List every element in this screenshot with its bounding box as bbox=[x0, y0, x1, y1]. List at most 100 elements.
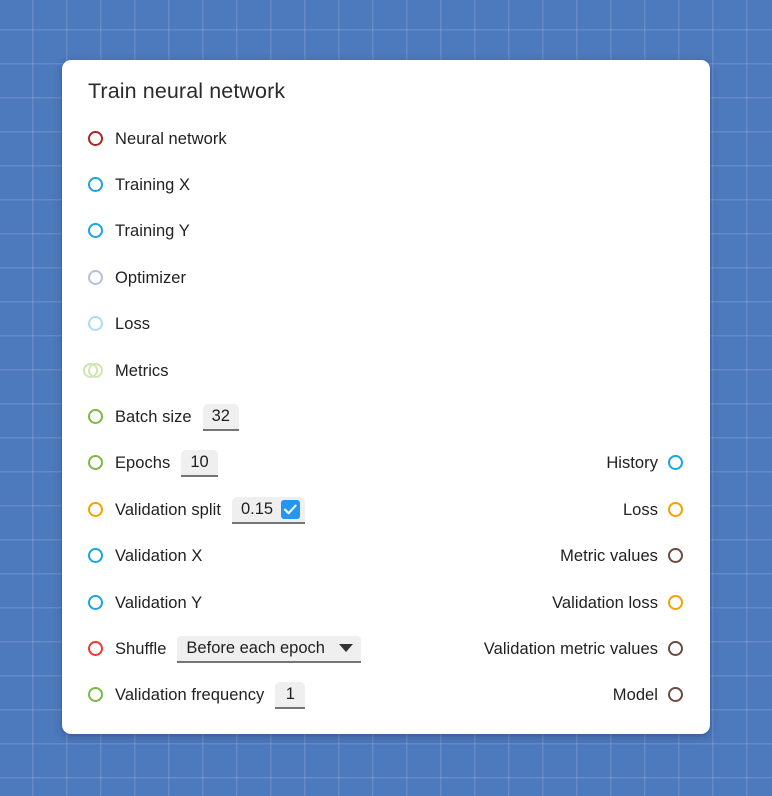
input-port-label: Validation split bbox=[115, 500, 221, 519]
output-port-row: Validation metric values bbox=[484, 626, 685, 672]
port-ring bbox=[88, 223, 103, 239]
input-port-label: Training Y bbox=[115, 222, 190, 241]
input-port-row: Validation frequency 1 bbox=[88, 673, 306, 719]
port-row: Neural network bbox=[62, 116, 710, 162]
number-input-validation-frequency[interactable]: 1 bbox=[275, 682, 306, 710]
input-port-training-x-icon[interactable] bbox=[88, 177, 105, 194]
output-port-label: History bbox=[606, 454, 658, 473]
number-input-epochs[interactable]: 10 bbox=[181, 450, 218, 478]
dropdown-shuffle[interactable]: Before each epoch bbox=[177, 635, 361, 663]
output-port-metric-values-icon[interactable] bbox=[668, 548, 685, 565]
input-port-neural-network-icon[interactable] bbox=[88, 130, 105, 148]
input-port-label: Batch size bbox=[115, 408, 192, 427]
output-port-row: History bbox=[606, 441, 685, 487]
port-ring bbox=[88, 409, 103, 425]
chevron-down-icon bbox=[338, 644, 353, 653]
port-ring bbox=[88, 269, 103, 285]
train-neural-network-node[interactable]: Train neural network Neural network Train… bbox=[62, 60, 710, 734]
input-port-label: Validation X bbox=[115, 547, 203, 566]
field-value: 0.15 bbox=[240, 499, 274, 518]
input-port-row: Neural network bbox=[88, 116, 227, 162]
input-port-row: Loss bbox=[88, 302, 150, 348]
port-ring bbox=[668, 455, 683, 471]
port-row: Shuffle Before each epoch Validation metri… bbox=[62, 626, 710, 672]
input-port-label: Validation frequency bbox=[115, 686, 265, 705]
input-port-label: Epochs bbox=[115, 454, 171, 473]
port-ring bbox=[668, 594, 683, 610]
port-ring bbox=[668, 687, 683, 703]
input-port-row: Epochs 10 bbox=[88, 441, 218, 487]
output-port-history-icon[interactable] bbox=[668, 455, 685, 472]
output-port-loss-icon[interactable] bbox=[668, 501, 685, 519]
number-input-validation-split[interactable]: 0.15 bbox=[231, 496, 306, 524]
output-port-label: Metric values bbox=[560, 547, 658, 566]
output-port-row: Metric values bbox=[560, 534, 685, 580]
input-port-validation-frequency-icon[interactable] bbox=[88, 687, 105, 704]
input-port-label: Neural network bbox=[115, 129, 227, 148]
input-port-row: Validation split 0.15 bbox=[88, 487, 306, 533]
input-port-row: Validation Y bbox=[88, 580, 202, 626]
field-value: 1 bbox=[285, 685, 295, 704]
port-ring bbox=[668, 501, 683, 517]
input-port-label: Validation Y bbox=[115, 593, 203, 612]
graph-canvas[interactable]: Train neural network Neural network Train… bbox=[0, 0, 772, 796]
output-port-row: Model bbox=[613, 673, 685, 719]
input-port-epochs-icon[interactable] bbox=[88, 455, 105, 472]
port-ring bbox=[88, 177, 103, 193]
port-ring bbox=[88, 548, 103, 564]
output-port-label: Validation loss bbox=[552, 593, 658, 612]
port-row: Training X bbox=[62, 162, 710, 208]
input-port-row: Training Y bbox=[88, 209, 190, 255]
input-port-row: Optimizer bbox=[88, 255, 186, 301]
node-port-rows: Neural network Training X Training Y Optimi… bbox=[62, 116, 710, 719]
input-port-metrics-icon[interactable] bbox=[83, 362, 105, 380]
port-row: Validation X Metric values bbox=[62, 534, 710, 580]
input-port-label: Metrics bbox=[115, 361, 169, 380]
port-row: Training Y bbox=[62, 209, 710, 255]
output-port-validation-metric-values-icon[interactable] bbox=[668, 640, 685, 658]
input-port-validation-y-icon[interactable] bbox=[88, 594, 105, 612]
input-port-row: Shuffle Before each epoch bbox=[88, 626, 361, 672]
port-ring bbox=[88, 594, 103, 610]
input-port-shuffle-icon[interactable] bbox=[88, 640, 105, 658]
port-ring bbox=[668, 548, 683, 564]
output-port-model-icon[interactable] bbox=[668, 687, 685, 704]
port-row: Validation Y Validation loss bbox=[62, 580, 710, 626]
input-port-validation-x-icon[interactable] bbox=[88, 548, 105, 565]
port-ring bbox=[88, 316, 103, 332]
output-port-validation-loss-icon[interactable] bbox=[668, 594, 685, 612]
dropdown-value: Before each epoch bbox=[186, 638, 325, 657]
port-ring bbox=[88, 362, 103, 378]
output-port-label: Model bbox=[612, 686, 658, 705]
input-port-label: Optimizer bbox=[115, 268, 187, 287]
input-port-loss-icon[interactable] bbox=[88, 316, 105, 333]
input-port-validation-split-icon[interactable] bbox=[88, 501, 105, 519]
port-ring bbox=[88, 130, 103, 146]
port-ring bbox=[88, 687, 103, 703]
input-port-label: Loss bbox=[115, 315, 151, 334]
enable-checkbox[interactable] bbox=[281, 499, 301, 519]
field-value: 32 bbox=[211, 407, 230, 426]
input-port-row: Batch size 32 bbox=[88, 394, 239, 440]
node-title: Train neural network bbox=[88, 79, 286, 103]
input-port-batch-size-icon[interactable] bbox=[88, 409, 105, 426]
output-port-row: Loss bbox=[623, 487, 685, 533]
output-port-label: Loss bbox=[622, 500, 658, 519]
port-ring bbox=[88, 501, 103, 517]
port-row: Loss bbox=[62, 302, 710, 348]
field-value: 10 bbox=[190, 453, 209, 472]
output-port-row: Validation loss bbox=[552, 580, 685, 626]
port-ring bbox=[88, 455, 103, 471]
input-port-row: Metrics bbox=[83, 348, 169, 394]
number-input-batch-size[interactable]: 32 bbox=[202, 404, 239, 432]
output-port-label: Validation metric values bbox=[483, 639, 658, 658]
port-ring bbox=[88, 640, 103, 656]
port-ring bbox=[668, 640, 683, 656]
input-port-optimizer-icon[interactable] bbox=[88, 269, 105, 287]
port-row: Optimizer bbox=[62, 255, 710, 301]
input-port-label: Training X bbox=[115, 176, 191, 195]
input-port-label: Shuffle bbox=[115, 639, 167, 658]
input-port-training-y-icon[interactable] bbox=[88, 223, 105, 240]
port-row: Metrics bbox=[62, 348, 710, 394]
checkmark-icon bbox=[284, 504, 297, 515]
